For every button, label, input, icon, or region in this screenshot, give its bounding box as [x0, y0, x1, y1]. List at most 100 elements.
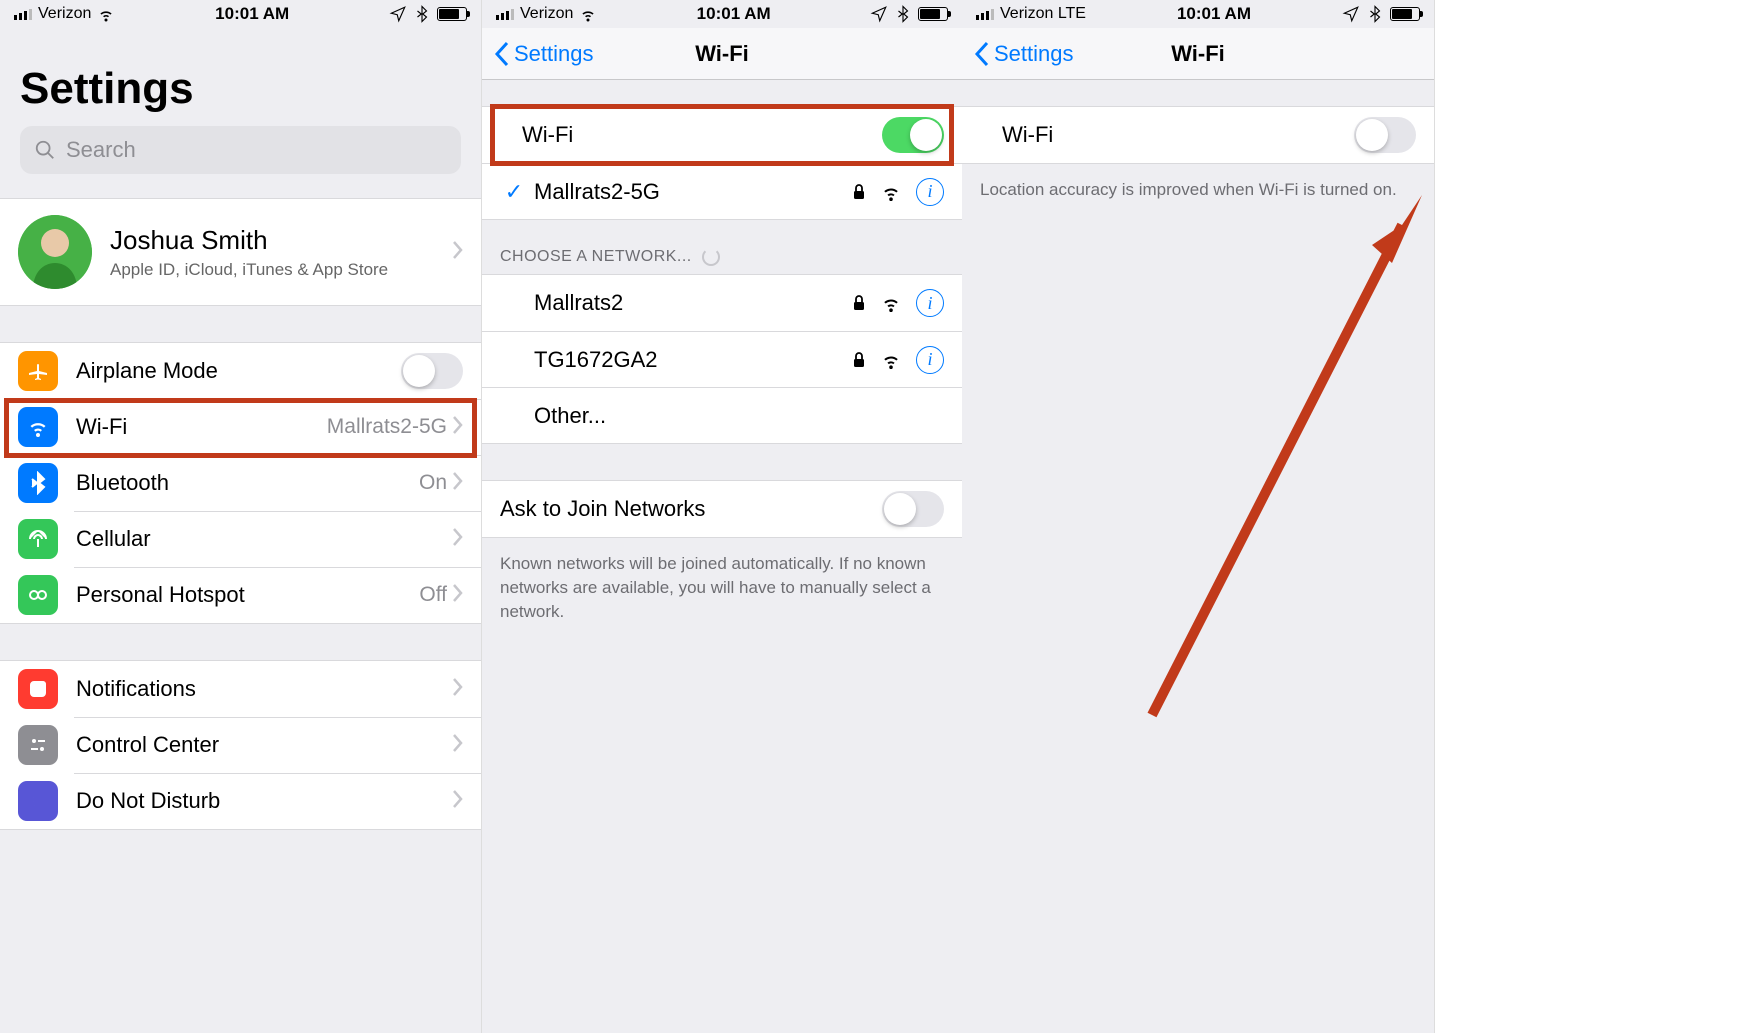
wifi-toggle[interactable] [882, 117, 944, 153]
status-time: 10:01 AM [697, 4, 771, 24]
ask-label: Ask to Join Networks [500, 496, 882, 522]
checkmark-icon: ✓ [500, 179, 528, 205]
ask-footer: Known networks will be joined automatica… [482, 538, 962, 623]
chevron-right-icon [453, 416, 463, 439]
lock-icon [852, 183, 866, 201]
carrier-label: Verizon LTE [1000, 5, 1086, 23]
ask-toggle[interactable] [882, 491, 944, 527]
row-notifications[interactable]: Notifications [0, 661, 481, 717]
back-button[interactable]: Settings [974, 41, 1074, 67]
carrier-label: Verizon [520, 5, 573, 23]
signal-bars-icon [976, 9, 994, 20]
choose-network-label: CHOOSE A NETWORK... [500, 248, 692, 266]
row-label: Do Not Disturb [76, 788, 453, 814]
ask-to-join-row[interactable]: Ask to Join Networks [482, 481, 962, 537]
apple-id-row[interactable]: Joshua Smith Apple ID, iCloud, iTunes & … [0, 199, 481, 305]
chevron-right-icon [453, 241, 463, 264]
row-label: Wi-Fi [76, 414, 327, 440]
row-control-center[interactable]: Control Center [0, 717, 481, 773]
row-cellular[interactable]: Cellular [0, 511, 481, 567]
row-dnd[interactable]: Do Not Disturb [0, 773, 481, 829]
row-airplane-mode[interactable]: Airplane Mode [0, 343, 481, 399]
choose-network-header: CHOOSE A NETWORK... [482, 220, 962, 274]
row-wifi[interactable]: Wi-Fi Mallrats2-5G [0, 399, 481, 455]
chevron-left-icon [494, 41, 510, 67]
page-title: Settings [0, 28, 481, 126]
info-icon[interactable]: i [916, 289, 944, 317]
row-value: Off [419, 583, 447, 607]
lock-icon [852, 351, 866, 369]
wifi-toggle-label: Wi-Fi [522, 122, 882, 148]
row-value: Mallrats2-5G [327, 415, 447, 439]
wifi-status-icon [97, 5, 115, 23]
chevron-right-icon [453, 790, 463, 813]
status-bar: Verizon LTE 10:01 AM [962, 0, 1434, 28]
status-bar: Verizon 10:01 AM [0, 0, 481, 28]
airplane-icon [18, 351, 58, 391]
chevron-right-icon [453, 472, 463, 495]
spinner-icon [702, 248, 720, 266]
wifi-strength-icon [880, 294, 902, 312]
wifi-toggle[interactable] [1354, 117, 1416, 153]
bluetooth-status-icon [894, 5, 912, 23]
chevron-right-icon [453, 584, 463, 607]
wifi-toggle-row[interactable]: Wi-Fi [962, 107, 1434, 163]
moon-icon [18, 781, 58, 821]
search-input[interactable]: Search [20, 126, 461, 174]
cellular-icon [18, 519, 58, 559]
search-placeholder: Search [66, 137, 136, 163]
network-ssid: Other... [534, 403, 944, 429]
back-button[interactable]: Settings [494, 41, 594, 67]
chevron-left-icon [974, 41, 990, 67]
panel-wifi-on: Verizon 10:01 AM Settings Wi-Fi Wi-Fi ✓ … [482, 0, 962, 1033]
bluetooth-status-icon [1366, 5, 1384, 23]
lock-icon [852, 294, 866, 312]
status-bar: Verizon 10:01 AM [482, 0, 962, 28]
battery-icon [437, 7, 467, 21]
wifi-off-footer: Location accuracy is improved when Wi-Fi… [962, 164, 1434, 202]
row-label: Notifications [76, 676, 453, 702]
row-label: Airplane Mode [76, 358, 401, 384]
profile-name: Joshua Smith [110, 225, 453, 256]
status-time: 10:01 AM [1177, 4, 1251, 24]
panel-settings: Verizon 10:01 AM Settings Search Joshua … [0, 0, 482, 1033]
hotspot-icon [18, 575, 58, 615]
network-row[interactable]: TG1672GA2 i [482, 331, 962, 387]
wifi-icon [18, 407, 58, 447]
network-row[interactable]: Other... [482, 387, 962, 443]
annotation-arrow [1132, 195, 1442, 725]
battery-icon [918, 7, 948, 21]
airplane-toggle[interactable] [401, 353, 463, 389]
status-time: 10:01 AM [215, 4, 289, 24]
row-label: Control Center [76, 732, 453, 758]
signal-bars-icon [496, 9, 514, 20]
chevron-right-icon [453, 734, 463, 757]
location-arrow-icon [1342, 5, 1360, 23]
location-arrow-icon [389, 5, 407, 23]
info-icon[interactable]: i [916, 346, 944, 374]
battery-icon [1390, 7, 1420, 21]
profile-sub: Apple ID, iCloud, iTunes & App Store [110, 260, 453, 280]
connected-network-row[interactable]: ✓ Mallrats2-5G i [482, 163, 962, 219]
row-hotspot[interactable]: Personal Hotspot Off [0, 567, 481, 623]
bluetooth-icon [18, 463, 58, 503]
carrier-label: Verizon [38, 5, 91, 23]
row-label: Bluetooth [76, 470, 419, 496]
signal-bars-icon [14, 9, 32, 20]
location-arrow-icon [870, 5, 888, 23]
wifi-toggle-label: Wi-Fi [1002, 122, 1354, 148]
row-bluetooth[interactable]: Bluetooth On [0, 455, 481, 511]
row-label: Cellular [76, 526, 453, 552]
notifications-icon [18, 669, 58, 709]
wifi-strength-icon [880, 351, 902, 369]
network-row[interactable]: Mallrats2 i [482, 275, 962, 331]
info-icon[interactable]: i [916, 178, 944, 206]
network-ssid: Mallrats2 [534, 290, 852, 316]
network-ssid: TG1672GA2 [534, 347, 852, 373]
wifi-toggle-row[interactable]: Wi-Fi [482, 107, 962, 163]
wifi-strength-icon [880, 183, 902, 201]
connected-ssid: Mallrats2-5G [534, 179, 852, 205]
nav-bar: Settings Wi-Fi [962, 28, 1434, 80]
chevron-right-icon [453, 528, 463, 551]
search-icon [34, 139, 56, 161]
